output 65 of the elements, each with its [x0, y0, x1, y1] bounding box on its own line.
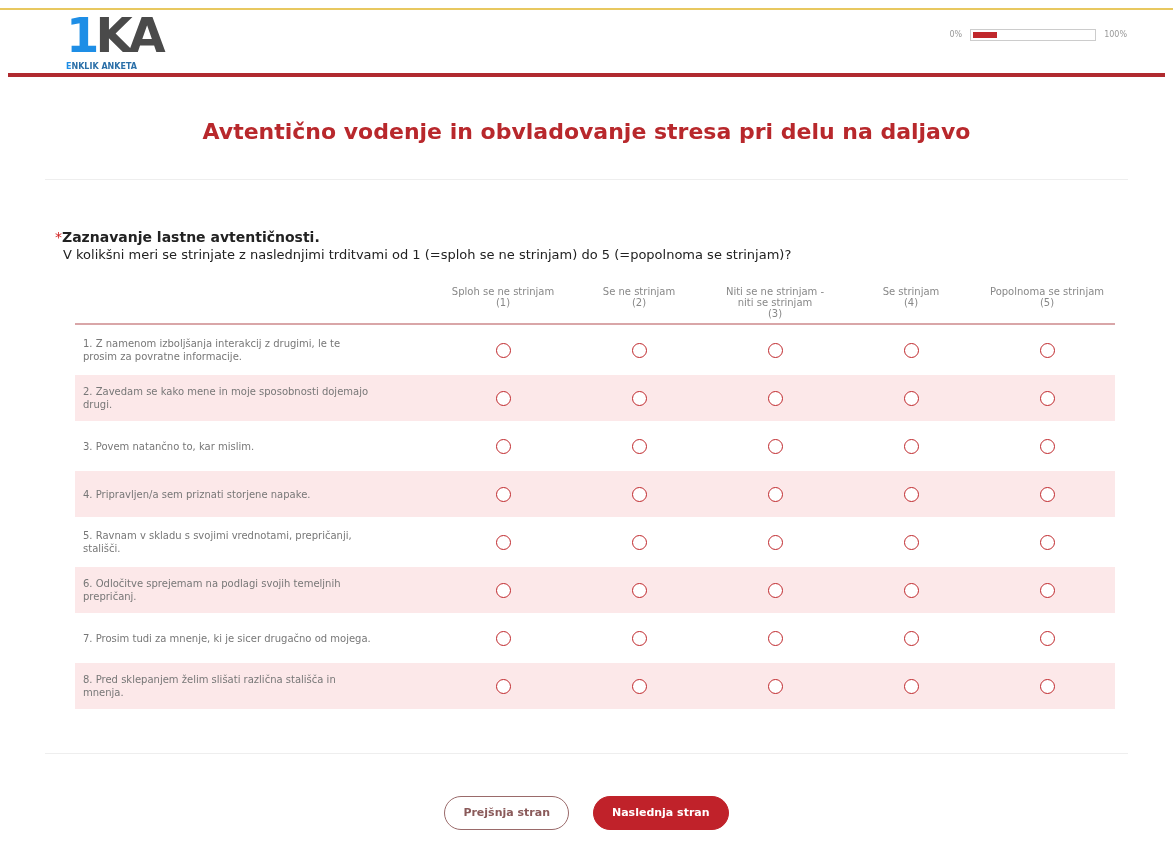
column-header: Sploh se ne strinjam (1) — [450, 285, 556, 310]
question-text: V kolikšni meri se strinjate z naslednjimi trditvami od 1 (=sploh se ne strinjam) do 5 (=popolnoma se strinjam)? — [63, 246, 793, 264]
column-header: Se ne strinjam (2) — [601, 285, 677, 310]
radio-button[interactable] — [631, 630, 647, 646]
question-title: Zaznavanje lastne avtentičnosti. — [62, 228, 320, 246]
radio-button[interactable] — [767, 390, 783, 406]
progress-end-label: 100% — [1104, 29, 1127, 41]
statement-text: 5. Ravnam v skladu s svojimi vrednotami, prepričanji, stališči. — [82, 529, 353, 555]
statement-text: 6. Odločitve sprejemam na podlagi svojih temeljnih prepričanj. — [82, 577, 342, 603]
radio-button[interactable] — [1039, 438, 1055, 454]
radio-button[interactable] — [767, 534, 783, 550]
radio-button[interactable] — [1039, 678, 1055, 694]
column-header: Popolnoma se strinjam (5) — [988, 285, 1106, 310]
radio-button[interactable] — [495, 390, 511, 406]
radio-button[interactable] — [903, 438, 919, 454]
radio-button[interactable] — [495, 630, 511, 646]
radio-button[interactable] — [631, 342, 647, 358]
radio-button[interactable] — [767, 582, 783, 598]
statement-text: 7. Prosim tudi za mnenje, ki je sicer drugačno od mojega. — [82, 631, 372, 645]
radio-button[interactable] — [495, 438, 511, 454]
radio-button[interactable] — [1039, 582, 1055, 598]
column-header: Niti se ne strinjam - niti se strinjam (3) — [724, 285, 826, 319]
logo-letters: KA — [95, 11, 162, 59]
radio-button[interactable] — [903, 390, 919, 406]
radio-button[interactable] — [1039, 390, 1055, 406]
radio-button[interactable] — [495, 678, 511, 694]
radio-button[interactable] — [495, 486, 511, 502]
radio-button[interactable] — [631, 438, 647, 454]
statement-text: 8. Pred sklepanjem želim slišati različna stališča in mnenja. — [82, 673, 337, 699]
radio-button[interactable] — [903, 678, 919, 694]
radio-button[interactable] — [767, 678, 783, 694]
radio-button[interactable] — [631, 390, 647, 406]
logo-tagline: NKLIK ANKETA — [71, 61, 137, 73]
radio-button[interactable] — [1039, 630, 1055, 646]
radio-button[interactable] — [767, 342, 783, 358]
logo-digit: 1 — [66, 11, 96, 59]
radio-button[interactable] — [903, 534, 919, 550]
required-mark: * — [55, 228, 62, 246]
radio-button[interactable] — [495, 582, 511, 598]
radio-button[interactable] — [767, 630, 783, 646]
radio-button[interactable] — [495, 534, 511, 550]
radio-button[interactable] — [767, 486, 783, 502]
statement-text: 1. Z namenom izboljšanja interakcij z drugimi, le te prosim za povratne informacije. — [82, 337, 342, 363]
survey-title: Avtentično vodenje in obvladovanje stresa pri delu na daljavo — [202, 118, 971, 146]
radio-button[interactable] — [495, 342, 511, 358]
radio-button[interactable] — [903, 630, 919, 646]
radio-button[interactable] — [631, 534, 647, 550]
statement-text: 3. Povem natančno to, kar mislim. — [82, 439, 256, 453]
radio-button[interactable] — [631, 486, 647, 502]
radio-button[interactable] — [903, 582, 919, 598]
statement-text: 2. Zavedam se kako mene in moje sposobnosti dojemajo drugi. — [82, 385, 370, 411]
logo-tagline-initial: E — [66, 61, 72, 73]
radio-button[interactable] — [1039, 534, 1055, 550]
progress-start-label: 0% — [949, 29, 963, 41]
previous-page-button[interactable]: Prejšnja stran — [444, 796, 569, 830]
column-header: Se strinjam (4) — [881, 285, 941, 310]
radio-button[interactable] — [903, 486, 919, 502]
radio-button[interactable] — [767, 438, 783, 454]
next-page-button[interactable]: Naslednja stran — [593, 796, 729, 830]
radio-button[interactable] — [631, 582, 647, 598]
radio-button[interactable] — [1039, 342, 1055, 358]
radio-button[interactable] — [1039, 486, 1055, 502]
radio-button[interactable] — [631, 678, 647, 694]
statement-text: 4. Pripravljen/a sem priznati storjene napake. — [82, 487, 312, 501]
radio-button[interactable] — [903, 342, 919, 358]
